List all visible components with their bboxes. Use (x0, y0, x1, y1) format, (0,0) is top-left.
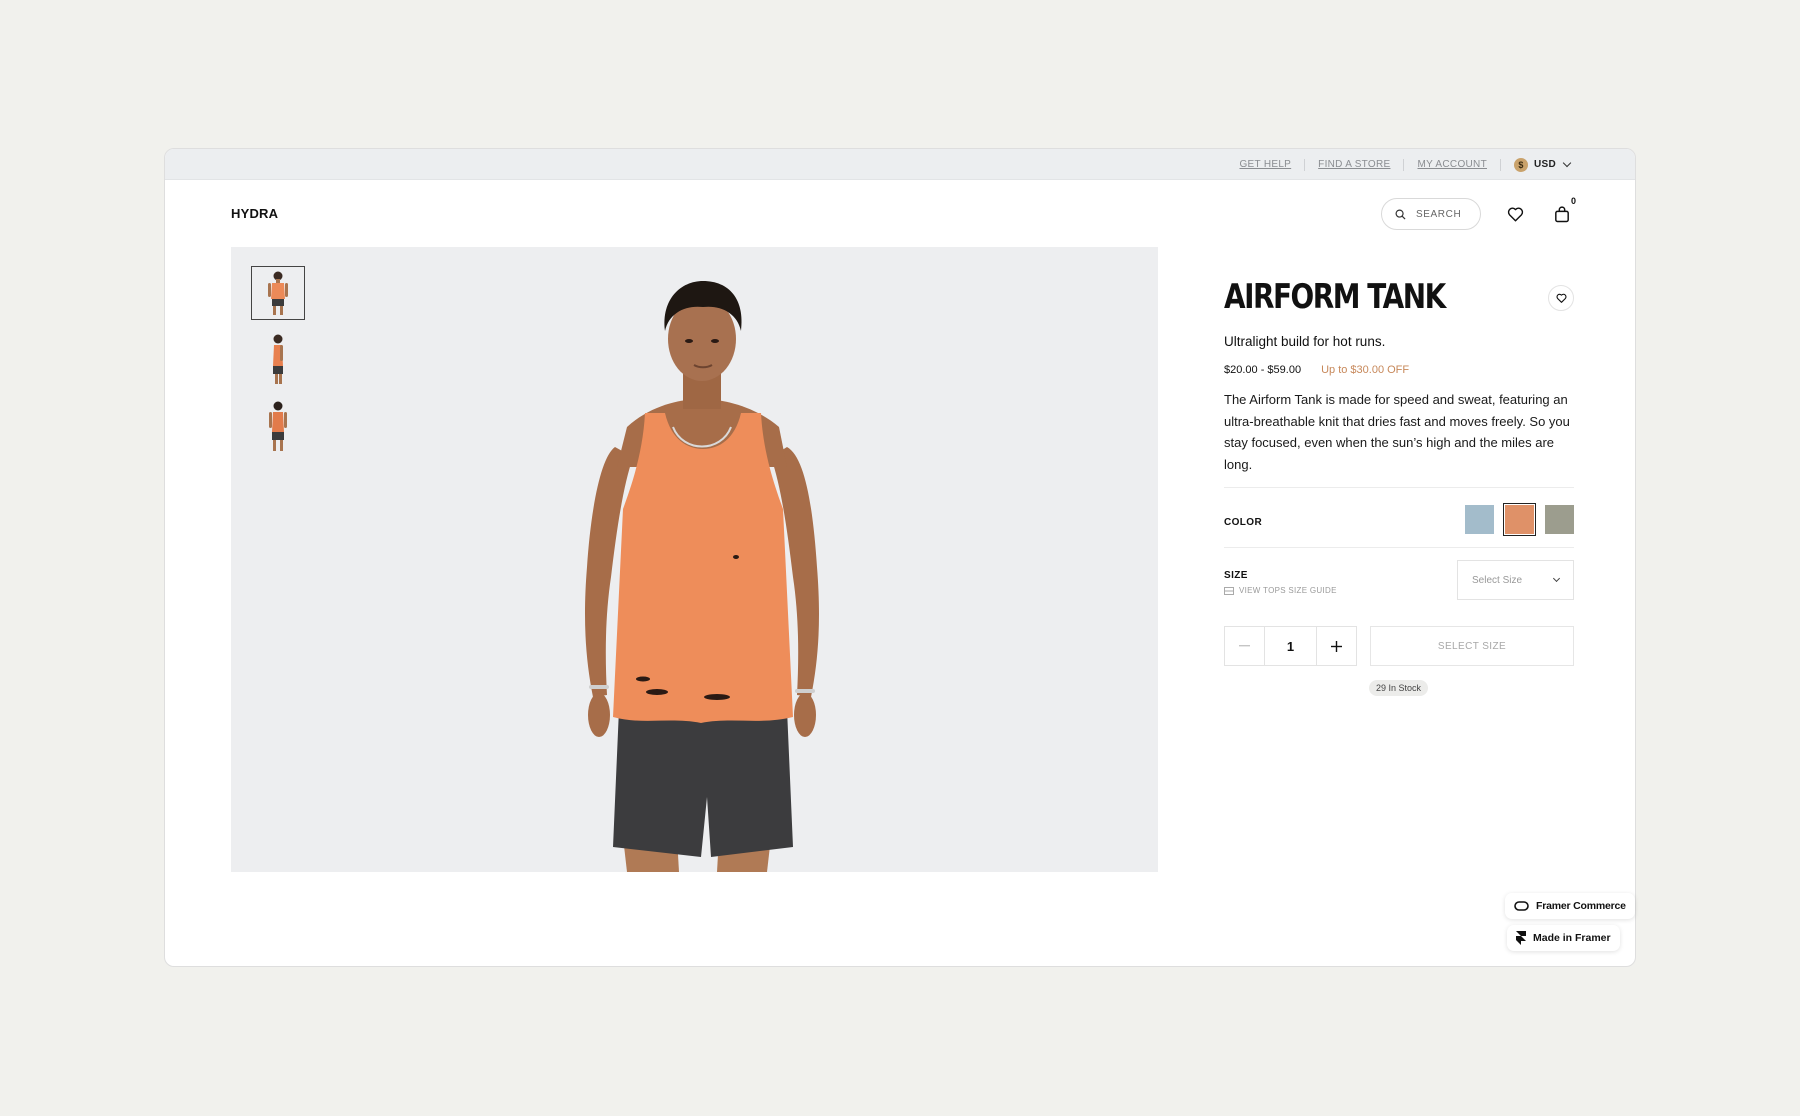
thumbnail-back[interactable] (251, 399, 305, 453)
product-title: AIRFORM TANK (1224, 277, 1446, 317)
thumbnail-image (269, 401, 287, 451)
color-swatch-blue[interactable] (1465, 505, 1494, 534)
thumbnail-side[interactable] (251, 332, 305, 386)
framer-commerce-badge[interactable]: Framer Commerce (1505, 893, 1635, 919)
thumbnail-image (273, 334, 283, 384)
find-a-store-link[interactable]: FIND A STORE (1318, 159, 1390, 170)
made-in-framer-label: Made in Framer (1533, 932, 1611, 944)
stock-badge: 29 In Stock (1369, 680, 1429, 696)
divider (1403, 158, 1405, 171)
size-guide-label: VIEW TOPS SIZE GUIDE (1239, 586, 1337, 595)
thumbnail-front[interactable] (251, 266, 305, 320)
add-to-cart-button[interactable]: SELECT SIZE (1370, 626, 1574, 666)
quantity-value[interactable]: 1 (1265, 627, 1316, 665)
product-subtitle: Ultralight build for hot runs. (1224, 334, 1386, 349)
chevron-down-icon (1552, 574, 1561, 582)
currency-coin-icon: $ (1513, 157, 1528, 172)
currency-label: USD (1533, 159, 1556, 170)
decrease-quantity-button[interactable] (1225, 627, 1265, 665)
product-main-image (585, 281, 819, 872)
add-to-favorites-button[interactable] (1548, 285, 1574, 311)
product-gallery (231, 247, 1158, 872)
price-range: $20.00 - $59.00 (1224, 364, 1302, 376)
size-guide-link[interactable]: VIEW TOPS SIZE GUIDE (1224, 586, 1337, 595)
minus-icon (1239, 645, 1250, 647)
heart-icon (1507, 207, 1523, 222)
ruler-icon (1224, 586, 1234, 595)
chevron-down-icon (1562, 158, 1572, 167)
product-description: The Airform Tank is made for speed and s… (1224, 392, 1570, 472)
thumbnail-image (268, 271, 288, 315)
site-logo[interactable]: HYDRA (231, 206, 278, 221)
size-select[interactable]: Select Size (1457, 560, 1574, 600)
divider (1304, 158, 1306, 171)
cart-count-badge: 0 (1571, 196, 1577, 206)
search-button[interactable]: SEARCH (1381, 198, 1481, 230)
framer-commerce-logo-icon (1514, 901, 1529, 911)
divider (1224, 547, 1574, 548)
color-label: COLOR (1224, 517, 1263, 528)
search-icon (1395, 209, 1406, 220)
discount-label: Up to $30.00 OFF (1321, 364, 1410, 376)
shopping-bag-icon (1555, 205, 1569, 222)
price-row: $20.00 - $59.00 Up to $30.00 OFF (1224, 364, 1409, 376)
utility-links: GET HELP FIND A STORE MY ACCOUNT $ USD (1239, 149, 1572, 180)
wishlist-button[interactable] (1503, 202, 1527, 226)
increase-quantity-button[interactable] (1316, 627, 1356, 665)
size-select-value: Select Size (1472, 574, 1523, 586)
divider (1224, 487, 1574, 488)
utility-bar: GET HELP FIND A STORE MY ACCOUNT $ USD (165, 149, 1635, 180)
quantity-stepper: 1 (1224, 626, 1357, 666)
color-swatches (1465, 503, 1574, 536)
currency-selector[interactable]: $ USD (1513, 157, 1572, 172)
size-label: SIZE (1224, 570, 1248, 581)
my-account-link[interactable]: MY ACCOUNT (1417, 159, 1487, 170)
made-in-framer-badge[interactable]: Made in Framer (1507, 925, 1620, 951)
heart-icon (1556, 293, 1566, 303)
plus-icon (1331, 640, 1342, 652)
get-help-link[interactable]: GET HELP (1239, 159, 1291, 170)
framer-logo-icon (1516, 931, 1526, 945)
search-label: SEARCH (1416, 208, 1462, 220)
browser-window: GET HELP FIND A STORE MY ACCOUNT $ USD H… (164, 148, 1636, 967)
color-swatch-orange[interactable] (1503, 503, 1536, 536)
framer-commerce-label: Framer Commerce (1536, 900, 1626, 912)
divider (1499, 158, 1501, 171)
color-swatch-olive[interactable] (1545, 505, 1574, 534)
